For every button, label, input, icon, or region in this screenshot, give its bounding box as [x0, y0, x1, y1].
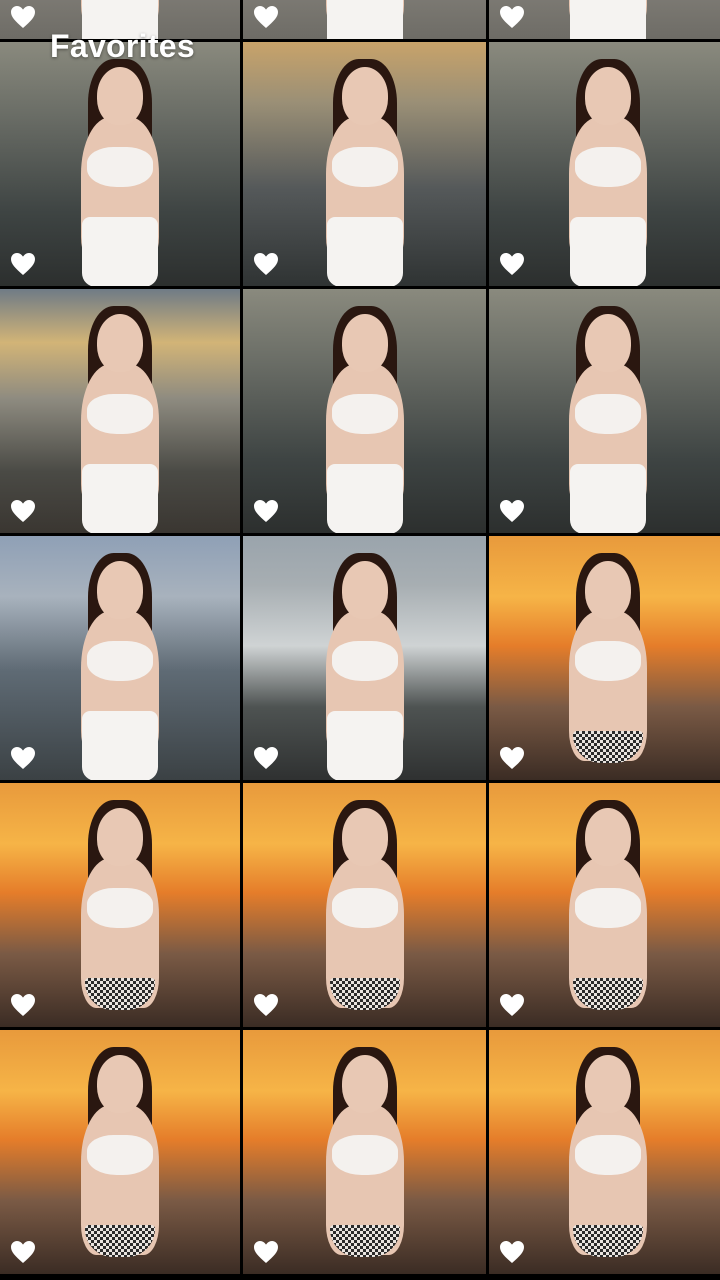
heart-icon[interactable] — [10, 1240, 36, 1264]
photo-subject — [563, 800, 653, 1027]
photo-subject — [563, 1047, 653, 1274]
heart-icon[interactable] — [499, 5, 525, 29]
heart-icon[interactable] — [499, 993, 525, 1017]
page-title: Favorites — [50, 28, 195, 64]
photo-tile[interactable] — [243, 536, 486, 780]
heart-icon[interactable] — [253, 1240, 279, 1264]
photo-tile[interactable] — [0, 536, 240, 780]
photo-subject — [75, 306, 165, 533]
photo-tile[interactable] — [243, 1030, 486, 1274]
photo-tile[interactable] — [243, 42, 486, 286]
photo-tile[interactable] — [489, 783, 720, 1027]
photo-tile[interactable] — [489, 289, 720, 533]
photo-subject — [320, 306, 410, 533]
photo-subject — [75, 553, 165, 780]
heart-icon[interactable] — [10, 993, 36, 1017]
photo-tile[interactable] — [243, 0, 486, 39]
heart-icon[interactable] — [253, 252, 279, 276]
photo-subject — [75, 800, 165, 1027]
photo-subject — [320, 800, 410, 1027]
photo-tile[interactable] — [0, 783, 240, 1027]
photo-tile[interactable] — [0, 42, 240, 286]
photo-subject — [320, 0, 410, 39]
photo-tile[interactable] — [489, 0, 720, 39]
photo-subject — [75, 59, 165, 286]
photo-subject — [320, 553, 410, 780]
photo-subject — [320, 59, 410, 286]
heart-icon[interactable] — [253, 993, 279, 1017]
photo-tile[interactable] — [243, 289, 486, 533]
photo-tile[interactable] — [489, 42, 720, 286]
heart-icon[interactable] — [10, 746, 36, 770]
photo-subject — [563, 553, 653, 780]
heart-icon[interactable] — [499, 499, 525, 523]
favorites-screen: Favorites — [0, 0, 720, 1280]
heart-icon[interactable] — [253, 499, 279, 523]
heart-icon[interactable] — [499, 746, 525, 770]
photo-subject — [75, 1047, 165, 1274]
photo-subject — [320, 1047, 410, 1274]
heart-icon[interactable] — [253, 5, 279, 29]
photo-subject — [563, 59, 653, 286]
photo-tile[interactable] — [243, 783, 486, 1027]
photo-grid — [0, 0, 720, 1277]
photo-tile[interactable] — [0, 1030, 240, 1274]
photo-tile[interactable] — [489, 536, 720, 780]
photo-tile[interactable] — [0, 289, 240, 533]
photo-subject — [563, 0, 653, 39]
heart-icon[interactable] — [10, 252, 36, 276]
heart-icon[interactable] — [499, 252, 525, 276]
heart-icon[interactable] — [499, 1240, 525, 1264]
heart-icon[interactable] — [10, 499, 36, 523]
photo-subject — [563, 306, 653, 533]
heart-icon[interactable] — [10, 5, 36, 29]
heart-icon[interactable] — [253, 746, 279, 770]
photo-tile[interactable] — [489, 1030, 720, 1274]
